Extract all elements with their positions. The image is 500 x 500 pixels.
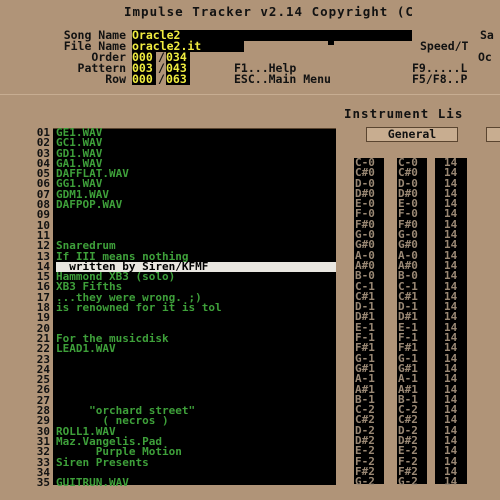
instrument-row[interactable] — [56, 221, 336, 231]
note-column[interactable]: C-0 C#0 D-0 D#0 E-0 F-0 F#0 G-0 G#0 A-0 A#0 B-0 C-1 C… — [355, 157, 375, 488]
main-menu-key-hint[interactable]: ESC..Main Menu — [234, 73, 331, 85]
sample-note-cell[interactable]: G-2 — [398, 476, 418, 487]
sample-number-cell[interactable]: 14 — [444, 476, 457, 487]
header-marker — [328, 40, 334, 45]
row-total: 063 — [166, 73, 190, 85]
tab-next[interactable] — [486, 127, 500, 142]
instrument-row[interactable] — [56, 313, 336, 323]
instrument-row[interactable]: is renowned for it is tol — [56, 302, 336, 313]
instrument-row[interactable]: Siren Presents — [56, 456, 336, 468]
row-label: Row — [105, 72, 126, 86]
instrument-row[interactable] — [56, 355, 336, 365]
app-title: Impulse Tracker v2.14 Copyright (C — [124, 4, 414, 19]
instrument-number-column: 01 02 03 04 05 06 07 08 09 10 11 12 13 14 15 16 17 18 19 20… — [20, 127, 50, 490]
instrument-row[interactable] — [56, 365, 336, 375]
row-separator: / — [158, 72, 165, 86]
row-current[interactable]: 000 — [132, 73, 156, 85]
sample-number-column[interactable]: 14 14 14 14 14 14 14 14 14 14 14 14 14 14 14 14 14 14 14 14… — [444, 157, 457, 488]
f5f8-key-hint[interactable]: F5/F8..P — [412, 73, 467, 85]
instrument-row[interactable]: LEAD1.WAV — [56, 343, 336, 354]
sample-label: Sa — [480, 28, 494, 42]
octave-label: Oc — [478, 50, 492, 64]
note-cell[interactable]: G-2 — [355, 476, 375, 487]
speed-label: Speed/T — [420, 39, 469, 53]
instrument-name-list[interactable]: GE1.WAV GC1.WAV GD1.WAV GA1.WAV DAFFLAT.WAV G… — [56, 127, 336, 488]
sample-note-column[interactable]: C-0 C#0 D-0 D#0 E-0 F-0 F#0 G-0 G#0 A-0 A#0 B-0 C-1 C… — [398, 157, 418, 488]
instrument-row[interactable] — [56, 385, 336, 395]
instrument-row[interactable] — [56, 210, 336, 220]
instrument-row[interactable]: DAFPOP.WAV — [56, 199, 336, 210]
instrument-row[interactable]: GUITRUN.WAV — [56, 477, 336, 488]
instrument-list-title: Instrument Lis — [344, 106, 464, 121]
instrument-row[interactable] — [56, 375, 336, 385]
tab-general[interactable]: General — [366, 127, 458, 142]
instrument-number: 35 — [36, 476, 50, 490]
header-divider — [0, 94, 500, 95]
